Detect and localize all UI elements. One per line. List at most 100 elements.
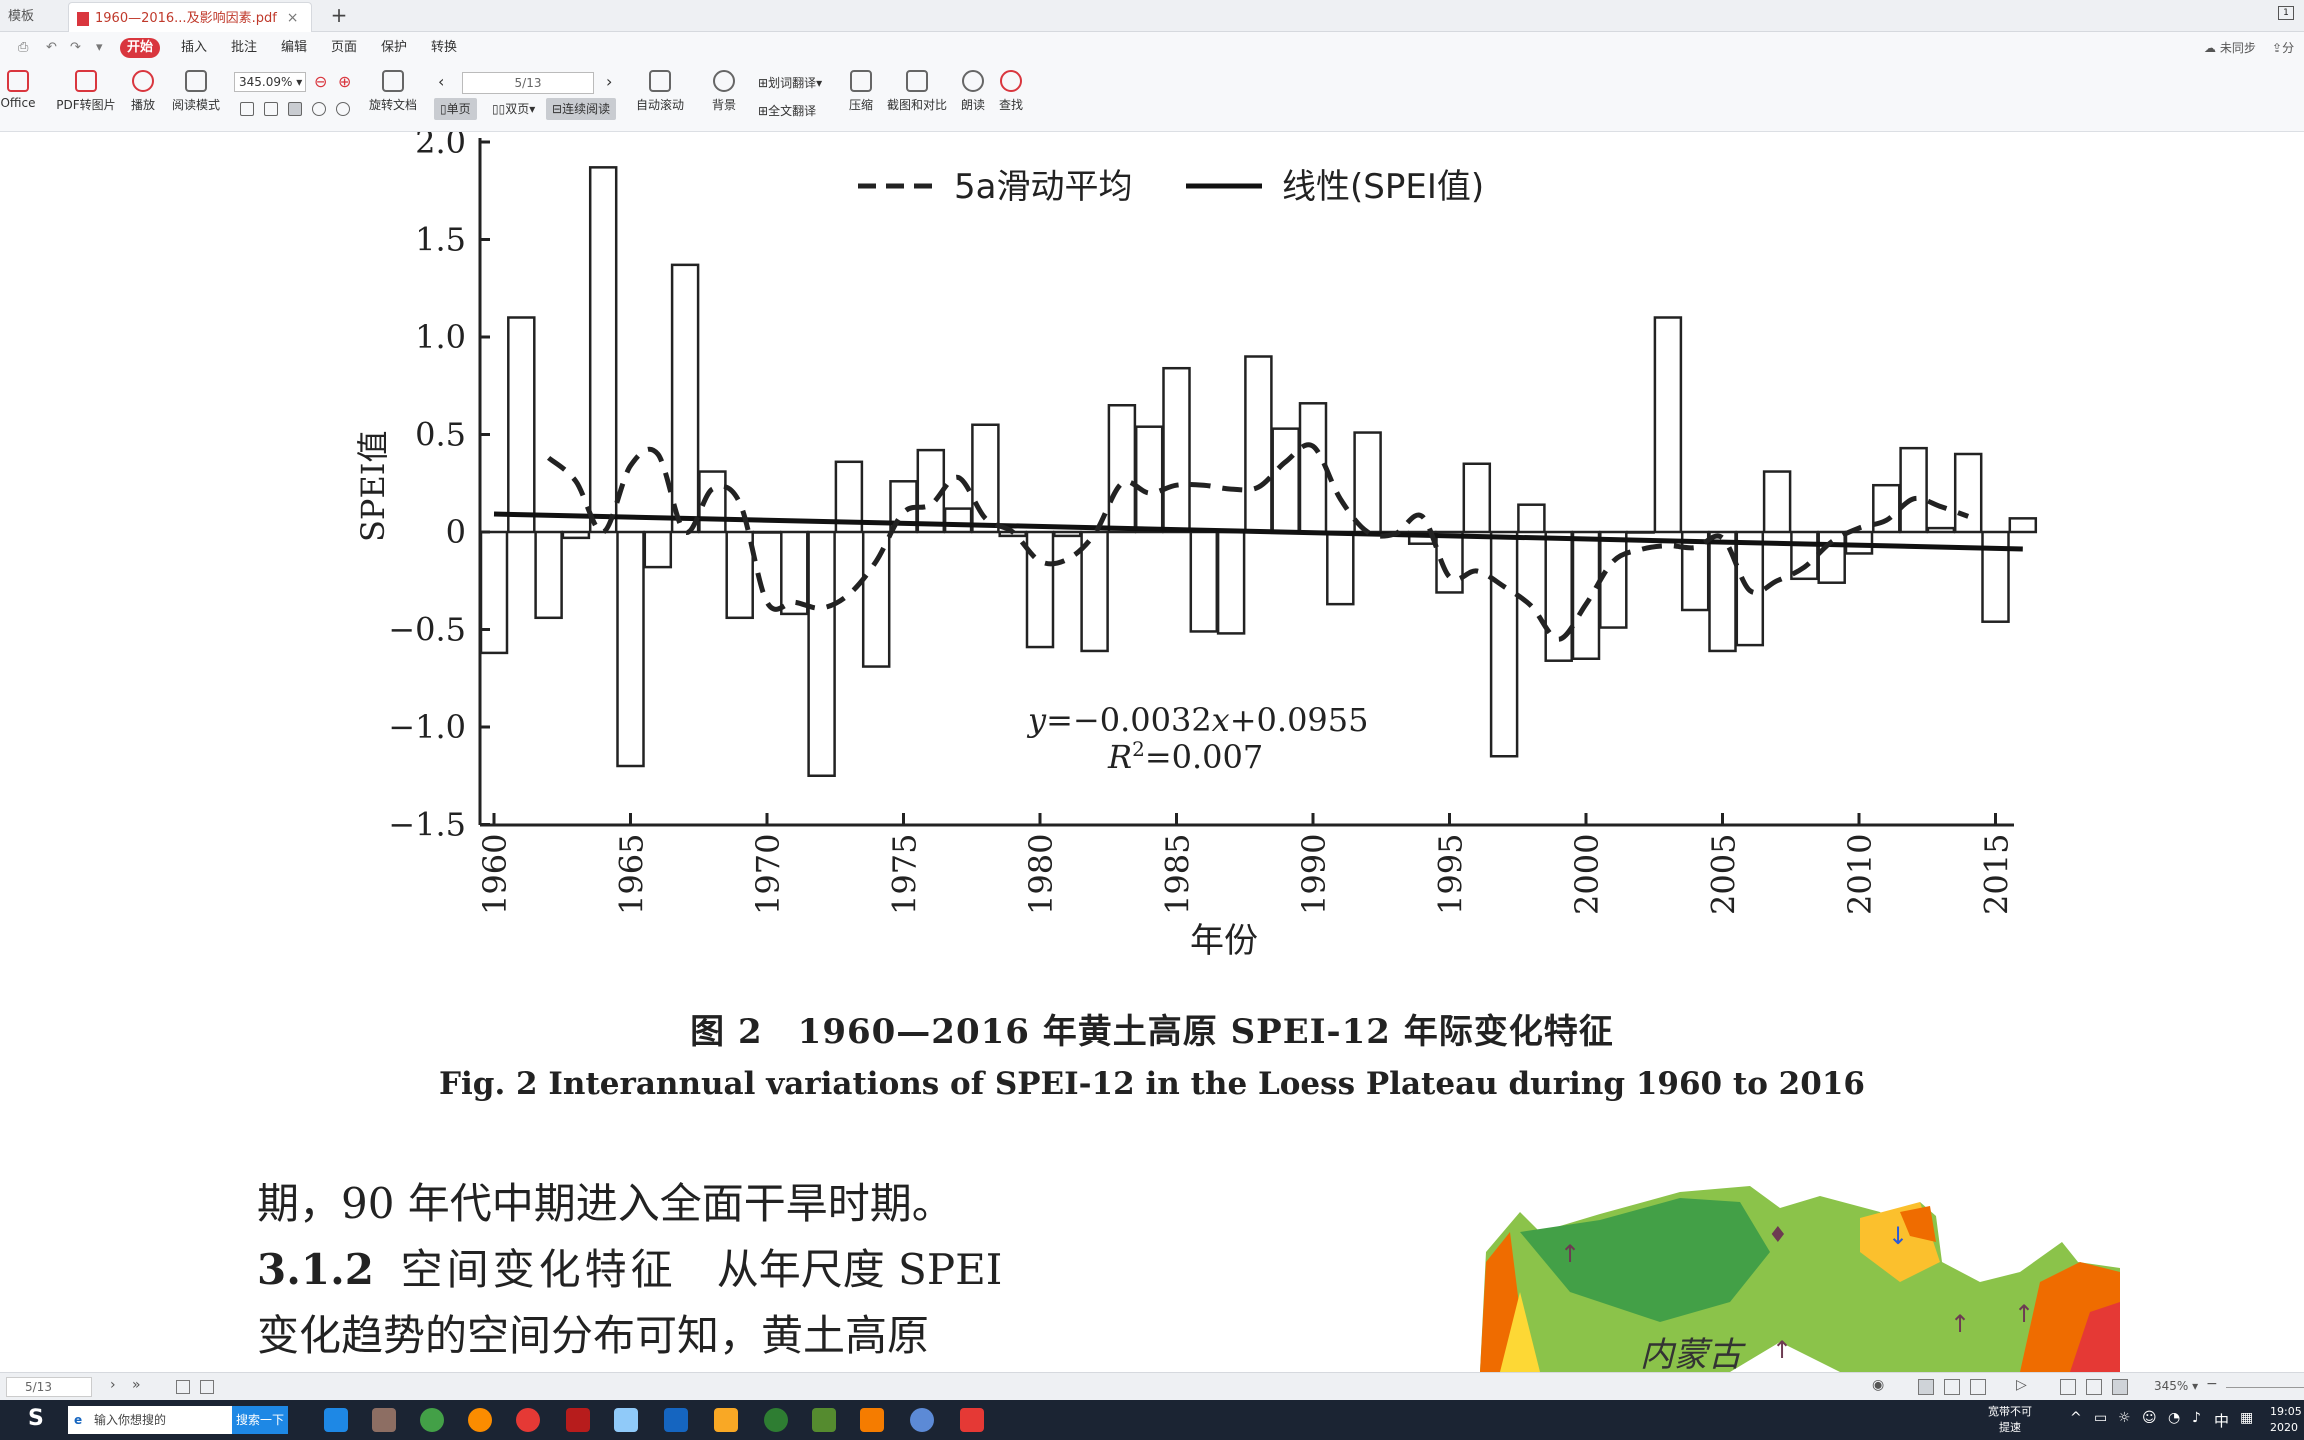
auto-scroll-button[interactable]: 自动滚动	[632, 70, 688, 113]
zoom-out-icon[interactable]: ⊖	[314, 72, 327, 91]
zoom-slider[interactable]	[2226, 1387, 2304, 1388]
taskbar-search-input[interactable]: e 输入你想搜的	[68, 1406, 232, 1434]
app-icon[interactable]	[764, 1408, 788, 1432]
app-icon[interactable]	[420, 1408, 444, 1432]
taskbar-search-button[interactable]: 搜索一下	[232, 1406, 288, 1434]
bar	[1517, 503, 1546, 534]
app-icon[interactable]	[812, 1408, 836, 1432]
network-status[interactable]: 宽带不可 提速	[1988, 1404, 2032, 1436]
outline-icon[interactable]	[200, 1380, 214, 1394]
tray-icon[interactable]: ☼	[2118, 1410, 2131, 1426]
status-page: 5/13	[25, 1380, 52, 1394]
mail-icon[interactable]	[614, 1408, 638, 1432]
edge-icon[interactable]	[324, 1408, 348, 1432]
y-tick-label: 0	[446, 513, 466, 551]
read-aloud-label: 朗读	[960, 98, 985, 112]
menu-page[interactable]: 页面	[324, 38, 364, 58]
rotate-left-icon[interactable]	[312, 102, 326, 116]
redo-icon[interactable]: ↷	[70, 40, 81, 55]
search-app-icon[interactable]	[860, 1408, 884, 1432]
office-button[interactable]: Office	[0, 70, 40, 110]
next-page-icon[interactable]: ›	[110, 1377, 116, 1393]
wps-icon[interactable]	[960, 1408, 984, 1432]
folder-icon[interactable]	[714, 1408, 738, 1432]
volume-icon[interactable]: ♪	[2192, 1410, 2201, 1426]
tray-chevron-icon[interactable]: ^	[2070, 1410, 2082, 1426]
next-page-icon[interactable]: ›	[606, 72, 612, 91]
menu-insert[interactable]: 插入	[174, 38, 214, 58]
fit-page-icon[interactable]	[240, 102, 254, 116]
play-icon[interactable]: ▷	[2016, 1377, 2027, 1393]
acrobat-icon[interactable]	[566, 1408, 590, 1432]
last-page-icon[interactable]: »	[132, 1377, 141, 1393]
body-line-3: 变化趋势的空间分布可知，黄土高原	[257, 1311, 930, 1360]
find-button[interactable]: 查找	[996, 70, 1026, 113]
document-view[interactable]: 2.0 1.5 1.0 0.5 0 −0.5 −1.0 −1.5 1960 1965 1970 19…	[0, 132, 2304, 1372]
start-icon[interactable]: S	[28, 1406, 44, 1431]
thumbnail-icon[interactable]	[176, 1380, 190, 1394]
double-page-toggle[interactable]: ▯▯双页▾	[486, 98, 541, 120]
play-button[interactable]: 播放	[126, 70, 160, 113]
print-icon[interactable]: ⎙	[18, 40, 28, 55]
zoom-in-icon[interactable]: ⊕	[338, 72, 351, 91]
book-view-icon[interactable]	[1970, 1379, 1986, 1395]
close-icon[interactable]: ×	[287, 10, 299, 26]
up-arrow-icon: ↑	[1560, 1240, 1580, 1268]
zoom-out-icon[interactable]: −	[2206, 1376, 2218, 1392]
background-button[interactable]: 背景	[706, 70, 742, 113]
video-icon[interactable]	[664, 1408, 688, 1432]
double-view-icon[interactable]	[1944, 1379, 1960, 1395]
hand-tool-icon[interactable]	[288, 102, 302, 116]
fit-width-icon[interactable]	[2060, 1379, 2076, 1395]
undo-icon[interactable]: ↶	[46, 40, 57, 55]
image-icon	[75, 70, 97, 92]
chevron-down-icon[interactable]: ▾	[96, 40, 103, 55]
rotate-right-icon[interactable]	[336, 102, 350, 116]
sync-status[interactable]: ☁ 未同步	[2204, 39, 2256, 56]
pdf-to-image-button[interactable]: PDF转图片	[56, 70, 116, 113]
keyboard-icon[interactable]: ▦	[2240, 1410, 2253, 1426]
y-tick-label: −0.5	[388, 611, 466, 649]
eye-icon[interactable]: ◉	[1872, 1377, 1884, 1393]
window-restore-icon[interactable]: 1	[2278, 6, 2294, 20]
tray-icon[interactable]: ☺	[2142, 1410, 2157, 1426]
r2-superscript: 2	[1132, 737, 1145, 761]
menu-protect[interactable]: 保护	[374, 38, 414, 58]
r-icon[interactable]	[910, 1408, 934, 1432]
ime-indicator[interactable]: 中	[2214, 1410, 2229, 1431]
status-page-input[interactable]: 5/13	[6, 1377, 92, 1397]
screenshot-icon	[906, 70, 928, 92]
clock[interactable]: 19:05 2020	[2270, 1404, 2302, 1436]
zoom-select[interactable]: 345.09% ▾	[234, 72, 306, 92]
fit-page-icon[interactable]	[2086, 1379, 2102, 1395]
network-icon[interactable]: ▭	[2094, 1410, 2107, 1426]
actual-size-icon[interactable]	[2112, 1379, 2128, 1395]
legend-moving-average: 5a滑动平均	[954, 167, 1132, 207]
compress-button[interactable]: 压缩	[846, 70, 876, 113]
tab-template[interactable]: 模板	[0, 2, 42, 32]
chrome-icon[interactable]	[516, 1408, 540, 1432]
share-button[interactable]: ⇪分	[2272, 39, 2294, 56]
read-aloud-button[interactable]: 朗读	[958, 70, 988, 113]
menu-convert[interactable]: 转换	[424, 38, 464, 58]
firefox-icon[interactable]	[468, 1408, 492, 1432]
continuous-read-toggle[interactable]: ⊟连续阅读	[546, 98, 617, 120]
page-input[interactable]: 5/13	[462, 72, 594, 94]
menu-edit[interactable]: 编辑	[274, 38, 314, 58]
wifi-icon[interactable]: ◔	[2168, 1410, 2180, 1426]
rotate-doc-button[interactable]: 旋转文档	[366, 70, 420, 113]
single-page-toggle[interactable]: ▯单页	[434, 98, 477, 120]
new-tab-button[interactable]: +	[326, 3, 352, 27]
tab-pdf[interactable]: 1960—2016...及影响因素.pdf ×	[68, 2, 312, 32]
full-translate-button[interactable]: ⊞全文翻译	[758, 102, 816, 119]
zoom-level[interactable]: 345% ▾	[2154, 1379, 2198, 1393]
read-mode-button[interactable]: 阅读模式	[168, 70, 224, 113]
store-icon[interactable]	[372, 1408, 396, 1432]
word-translate-button[interactable]: ⊞划词翻译▾	[758, 74, 822, 91]
menu-start[interactable]: 开始	[120, 38, 161, 58]
menu-annotate[interactable]: 批注	[224, 38, 264, 58]
select-tool-icon[interactable]	[264, 102, 278, 116]
single-view-icon[interactable]	[1918, 1379, 1934, 1395]
prev-page-icon[interactable]: ‹	[438, 72, 444, 91]
screenshot-compare-button[interactable]: 截图和对比	[886, 70, 948, 113]
